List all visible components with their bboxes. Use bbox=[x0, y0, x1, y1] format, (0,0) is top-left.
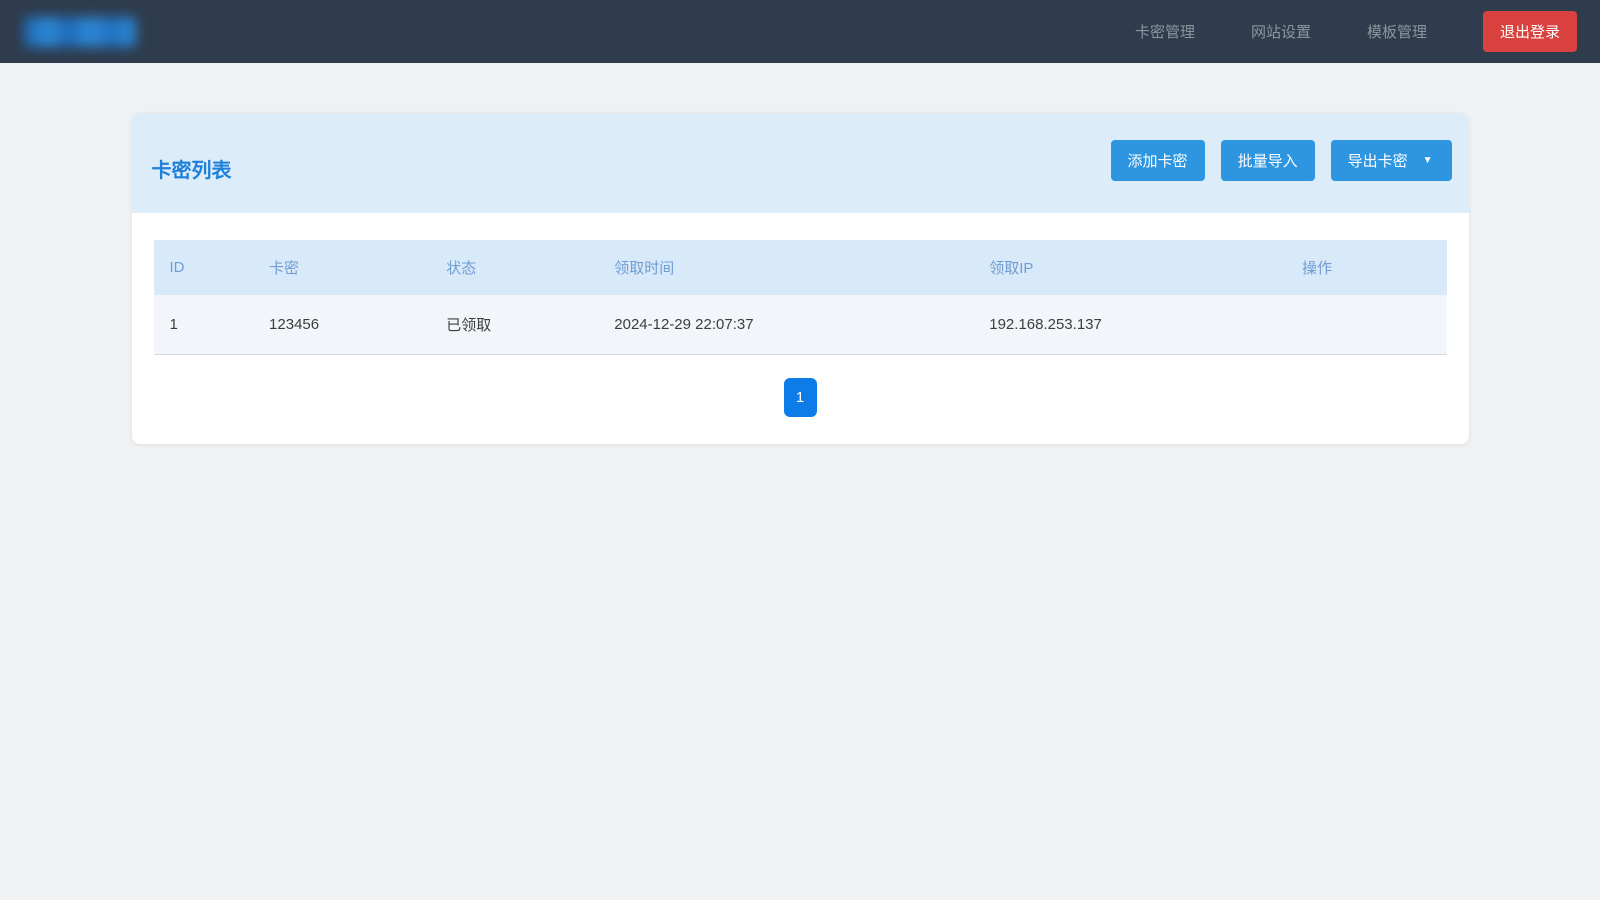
panel-body: ID 卡密 状态 领取时间 领取IP 操作 1 123456 已领取 2024-… bbox=[132, 213, 1469, 444]
panel-header: 卡密列表 添加卡密 批量导入 导出卡密 ▼ bbox=[132, 113, 1469, 213]
chevron-down-icon: ▼ bbox=[1423, 155, 1433, 166]
nav-item-template-management[interactable]: 模板管理 bbox=[1367, 21, 1427, 42]
export-card-dropdown-button[interactable]: 导出卡密 ▼ bbox=[1331, 140, 1452, 181]
pagination: 1 bbox=[154, 378, 1447, 417]
cell-status: 已领取 bbox=[430, 295, 598, 355]
pagination-page-1-button[interactable]: 1 bbox=[784, 378, 817, 417]
navbar-links: 卡密管理 网站设置 模板管理 退出登录 bbox=[1135, 11, 1577, 52]
card-key-list-panel: 卡密列表 添加卡密 批量导入 导出卡密 ▼ ID 卡密 bbox=[132, 113, 1469, 444]
batch-import-button[interactable]: 批量导入 bbox=[1221, 140, 1315, 181]
nav-item-card-management[interactable]: 卡密管理 bbox=[1135, 21, 1195, 42]
column-header-actions: 操作 bbox=[1286, 240, 1446, 295]
export-card-label: 导出卡密 bbox=[1348, 150, 1408, 171]
cell-id: 1 bbox=[154, 295, 254, 355]
cell-actions bbox=[1286, 295, 1446, 355]
card-key-table: ID 卡密 状态 领取时间 领取IP 操作 1 123456 已领取 2024-… bbox=[154, 240, 1447, 355]
column-header-status: 状态 bbox=[430, 240, 598, 295]
panel-title: 卡密列表 bbox=[152, 154, 232, 183]
column-header-card-key: 卡密 bbox=[253, 240, 430, 295]
cell-claim-ip: 192.168.253.137 bbox=[973, 295, 1286, 355]
app-logo[interactable] bbox=[24, 17, 136, 47]
cell-card-key: 123456 bbox=[253, 295, 430, 355]
page-content: 卡密列表 添加卡密 批量导入 导出卡密 ▼ ID 卡密 bbox=[0, 63, 1600, 444]
panel-action-buttons: 添加卡密 批量导入 导出卡密 ▼ bbox=[1095, 140, 1452, 181]
table-header-row: ID 卡密 状态 领取时间 领取IP 操作 bbox=[154, 240, 1447, 295]
column-header-claim-time: 领取时间 bbox=[598, 240, 973, 295]
nav-item-site-settings[interactable]: 网站设置 bbox=[1251, 21, 1311, 42]
logout-button[interactable]: 退出登录 bbox=[1483, 11, 1577, 52]
table-row: 1 123456 已领取 2024-12-29 22:07:37 192.168… bbox=[154, 295, 1447, 355]
top-navbar: 卡密管理 网站设置 模板管理 退出登录 bbox=[0, 0, 1600, 63]
cell-claim-time: 2024-12-29 22:07:37 bbox=[598, 295, 973, 355]
column-header-id: ID bbox=[154, 240, 254, 295]
app-logo-redacted-blur bbox=[24, 17, 136, 47]
column-header-claim-ip: 领取IP bbox=[973, 240, 1286, 295]
add-card-button[interactable]: 添加卡密 bbox=[1111, 140, 1205, 181]
